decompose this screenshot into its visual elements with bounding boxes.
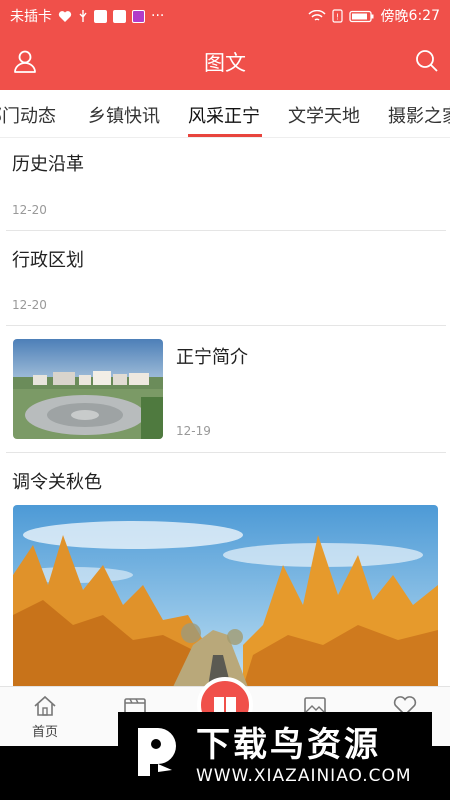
list-item[interactable]: 行政区划 (12, 246, 438, 272)
shop-notification-icon (113, 9, 126, 23)
sim-missing-icon: ! (331, 9, 343, 23)
svg-text:!: ! (335, 13, 338, 22)
article-date: 12-19 (176, 424, 211, 438)
nav-home[interactable]: 首页 (15, 695, 75, 740)
home-icon (34, 695, 56, 716)
list-item[interactable]: 调令关秋色 (12, 468, 438, 494)
search-icon[interactable] (414, 48, 440, 74)
category-tabs: 部门动态 乡镇快讯 风采正宁 文学天地 摄影之家 (0, 90, 450, 138)
article-date-row: 12-20 (12, 298, 438, 312)
watermark: 下载鸟资源 WWW.XIAZAINIAO.COM (118, 712, 432, 790)
list-item[interactable]: 历史沿革 (12, 150, 438, 176)
article-cover-image[interactable] (13, 505, 438, 687)
article-date: 12-20 (12, 203, 47, 217)
divider (6, 230, 446, 231)
article-date-row: 12-19 (176, 424, 436, 438)
carrier-text: 未插卡 (10, 9, 52, 25)
active-tab-indicator (188, 134, 262, 137)
article-title: 正宁简介 (176, 347, 248, 368)
app-bar: 图文 (0, 32, 450, 90)
article-thumbnail[interactable] (13, 339, 163, 439)
battery-icon (348, 10, 374, 22)
music-app-icon (132, 9, 145, 23)
usb-icon (79, 10, 87, 22)
page-title: 图文 (204, 51, 246, 75)
article-title: 调令关秋色 (12, 472, 102, 493)
bird-logo-icon (138, 728, 176, 776)
tab-zhengning-style[interactable]: 风采正宁 (188, 102, 260, 128)
tab-literature[interactable]: 文学天地 (288, 102, 360, 128)
article-title: 行政区划 (12, 250, 84, 271)
watermark-url: WWW.XIAZAINIAO.COM (196, 765, 412, 786)
heart-pulse-icon (58, 10, 72, 22)
app-notification-icon (94, 9, 107, 23)
article-date-row: 12-20 (12, 203, 438, 217)
tab-photography[interactable]: 摄影之家 (388, 102, 450, 128)
article-title: 历史沿革 (12, 154, 84, 175)
clock: 6:27 (408, 8, 440, 24)
divider (6, 325, 446, 326)
watermark-brand: 下载鸟资源 (196, 724, 381, 765)
article-date: 12-20 (12, 298, 47, 312)
more-notifications-icon: ··· (151, 8, 165, 24)
time-prefix: 傍晚 (380, 9, 409, 25)
status-bar: 未插卡 ··· ! 傍晚 6:27 (0, 0, 450, 32)
tab-department-news[interactable]: 部门动态 (0, 102, 56, 128)
list-item[interactable]: 正宁简介 (176, 343, 436, 369)
wifi-icon (308, 9, 326, 21)
nav-home-label: 首页 (31, 725, 58, 740)
tab-township-news[interactable]: 乡镇快讯 (88, 102, 160, 128)
divider (6, 452, 446, 453)
